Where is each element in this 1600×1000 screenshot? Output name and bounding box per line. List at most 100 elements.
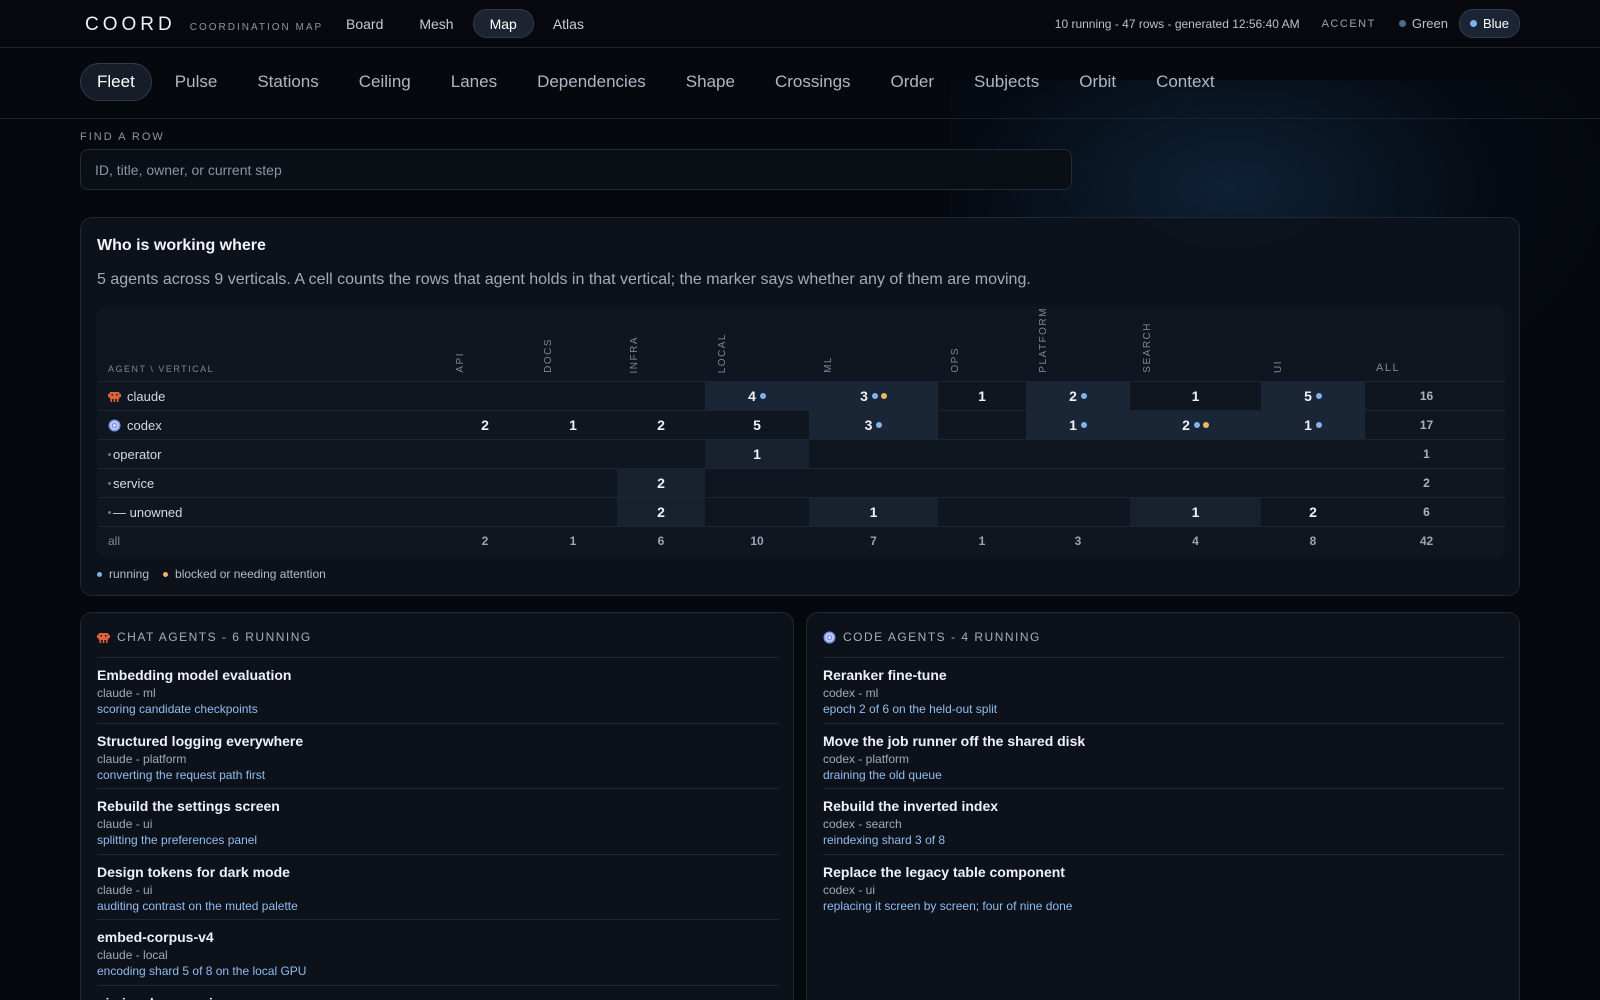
list-item[interactable]: Move the job runner off the shared disk c… [823,722,1505,789]
matrix-cell-ui[interactable]: 2 [1261,498,1365,526]
matrix-cell-infra[interactable]: 2 [617,498,705,526]
matrix-cell-search[interactable]: 1 [1130,498,1261,526]
matrix-cell-search[interactable]: 2 [1130,411,1261,439]
column-header-ui: UI [1273,360,1284,373]
legend-running: running [97,567,149,581]
row-label: claude [97,382,397,410]
top-bar: COORD COORDINATION MAP Board Mesh Map Atlas… [0,0,1600,48]
matrix-header-row: AGENT \ VERTICAL API DOCS INFRA LOCAL ML OPS P… [97,306,1505,381]
tab-crossings[interactable]: Crossings [758,63,868,101]
matrix-cell-ui[interactable]: 1 [1261,411,1365,439]
list-item[interactable]: ui-visual-regression [97,984,779,1000]
tab-orbit[interactable]: Orbit [1062,63,1133,101]
matrix-row-service: service 2 2 [97,468,1505,497]
nav-map[interactable]: Map [472,9,534,38]
tab-stations[interactable]: Stations [240,63,335,101]
list-item[interactable]: Rebuild the inverted index codex - search… [823,788,1505,854]
all-row-infra: 6 [657,534,665,548]
column-header-search: SEARCH [1142,322,1153,373]
entry-title: Structured logging everywhere [97,732,304,749]
nav-atlas[interactable]: Atlas [536,9,601,38]
matrix-cell-infra[interactable]: 2 [617,469,705,497]
nav-board[interactable]: Board [329,9,400,38]
tab-fleet[interactable]: Fleet [80,63,152,101]
primary-nav: Board Mesh Map Atlas [329,9,601,38]
list-item[interactable]: embed-corpus-v4 claude - local encoding sh… [97,919,779,985]
code-agents-list: Reranker fine-tune codex - ml epoch 2 of 6… [823,657,1505,919]
running-marker-icon [1080,422,1087,428]
accent-option-blue[interactable]: Blue [1458,9,1520,38]
accent-option-green[interactable]: Green [1388,9,1459,38]
matrix-cell-ui[interactable]: 5 [1261,382,1365,410]
entry-current-step: auditing contrast on the muted palette [97,898,298,913]
matrix-cell-docs[interactable]: 1 [529,411,617,439]
cell-count: 3 [864,417,873,433]
cell-count: 1 [978,388,986,404]
matrix-cell-local[interactable]: 5 [705,411,809,439]
matrix-cell-local[interactable]: 4 [705,382,809,410]
all-row-total: 42 [1419,534,1434,548]
cell-count: 2 [657,475,665,491]
entry-current-step: draining the old queue [823,767,942,782]
entry-title: Embedding model evaluation [97,667,292,683]
list-item[interactable]: Rebuild the settings screen claude - ui sp… [97,788,779,854]
all-row-api: 2 [481,534,489,548]
chat-agents-panel: CHAT AGENTS - 6 RUNNING Embedding model … [80,612,794,1000]
find-row-input[interactable] [80,149,1072,190]
list-item[interactable]: Embedding model evaluation claude - ml sco… [97,657,779,723]
matrix-cell-platform[interactable]: 2 [1026,382,1130,410]
list-item[interactable]: Design tokens for dark mode claude - ui au… [97,853,779,920]
entry-owner-vertical: claude - ui [97,817,153,831]
nav-mesh[interactable]: Mesh [402,9,470,38]
matrix-cell-platform[interactable]: 1 [1026,411,1130,439]
entry-title: Rebuild the settings screen [97,798,280,814]
panel-description: 5 agents across 9 verticals. A cell coun… [97,271,1031,288]
entry-title: embed-corpus-v4 [97,929,214,945]
column-header-all: ALL [1376,362,1401,374]
matrix-cell-api[interactable]: 2 [441,411,529,439]
row-label: codex [97,411,397,439]
accent-label: ACCENT [1321,17,1376,30]
running-marker-icon [876,422,883,428]
chat-agents-list: Embedding model evaluation claude - ml sco… [97,657,779,1000]
brand: COORD COORDINATION MAP [85,14,323,36]
matrix-cell-ml[interactable]: 1 [809,498,938,526]
who-is-working-where-panel: Who is working where 5 agents across 9 v… [80,217,1520,596]
matrix-cell-local[interactable]: 1 [705,440,809,468]
tab-context[interactable]: Context [1139,63,1232,101]
entry-current-step: converting the request path first [97,767,266,782]
cell-count: 1 [1304,417,1312,433]
matrix-cell-search[interactable]: 1 [1130,382,1261,410]
tab-shape[interactable]: Shape [669,63,752,101]
tab-pulse[interactable]: Pulse [158,63,235,101]
running-marker-icon [1080,393,1087,399]
tab-lanes[interactable]: Lanes [434,63,514,101]
matrix-cell-ops[interactable]: 1 [938,382,1026,410]
entry-owner-vertical: codex - platform [823,751,910,766]
cell-count: 1 [753,446,761,462]
cell-count: 3 [860,388,868,404]
tab-dependencies[interactable]: Dependencies [520,63,663,101]
accent-option-label: Green [1411,16,1448,31]
status-area: 10 running - 47 rows - generated 12:56:4… [1055,9,1520,38]
list-item[interactable]: Structured logging everywhere claude - pl… [97,722,779,789]
tab-order[interactable]: Order [874,63,951,101]
matrix-row-claude: claude 4 3 1 2 1 5 16 [97,381,1505,410]
running-marker-icon [1193,422,1200,428]
tab-ceiling[interactable]: Ceiling [342,63,428,101]
claude-icon [108,391,121,402]
all-row-local: 10 [750,534,764,548]
cell-count: 1 [1191,388,1200,404]
list-item[interactable]: Reranker fine-tune codex - ml epoch 2 of 6… [823,657,1505,723]
matrix-cell-ml[interactable]: 3 [809,411,938,439]
find-row-label: FIND A ROW [80,131,165,143]
chat-agents-heading: CHAT AGENTS - 6 RUNNING [97,630,312,644]
tab-subjects[interactable]: Subjects [957,63,1056,101]
agent-dot-icon [108,510,111,514]
list-item[interactable]: Replace the legacy table component codex … [823,853,1505,920]
matrix-cell-ml[interactable]: 3 [809,382,938,410]
matrix-cell-infra[interactable]: 2 [617,411,705,439]
legend-blocked-label: blocked or needing attention [175,567,326,581]
code-agents-heading: CODE AGENTS - 4 RUNNING [823,630,1041,644]
cell-count: 1 [569,417,577,433]
